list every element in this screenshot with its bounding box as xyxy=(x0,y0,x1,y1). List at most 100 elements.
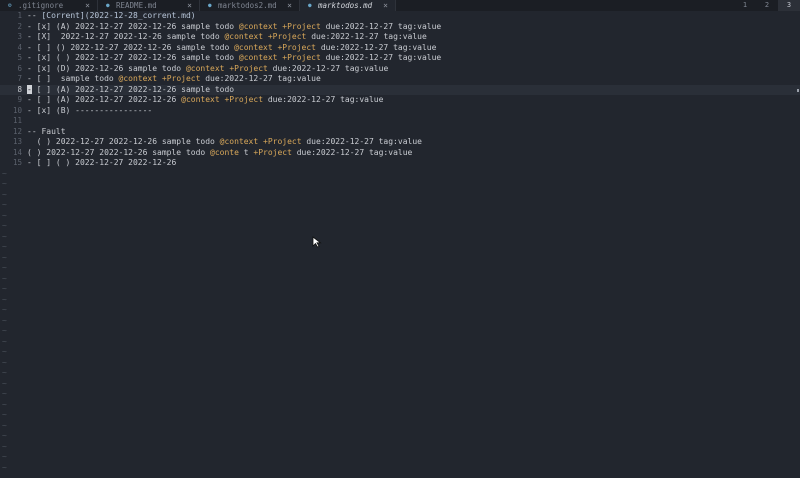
empty-line: ~ xyxy=(0,221,800,232)
editor-line[interactable]: 15 - [ ] ( ) 2022-12-27 2022-12-26 xyxy=(0,158,800,169)
tilde-marker: ~ xyxy=(2,315,7,325)
editor-line[interactable]: 7 - [ ] sample todo @context +Project due… xyxy=(0,74,800,85)
empty-line: ~ xyxy=(0,347,800,358)
tab-2[interactable]: ● marktodos2.md × xyxy=(200,0,300,11)
editor-line[interactable]: 14 ( ) 2022-12-27 2022-12-26 sample todo … xyxy=(0,148,800,159)
empty-line: ~ xyxy=(0,463,800,474)
tilde-marker: ~ xyxy=(2,347,7,356)
close-icon[interactable]: × xyxy=(287,0,292,11)
text-segment: due:2022-12-27 tag:value xyxy=(316,42,437,52)
line-number: 15 xyxy=(12,158,22,167)
empty-line: ~ xyxy=(0,326,800,337)
editor-line[interactable]: 1 -- [Corrent](2022-12-28_corrent.md) xyxy=(0,11,800,22)
editor-line[interactable]: 11 xyxy=(0,116,800,127)
text-segment: due:2022-12-27 tag:value xyxy=(291,147,413,157)
tilde-marker: ~ xyxy=(2,462,7,472)
line-number: 8 xyxy=(17,84,22,94)
editor-line[interactable]: 6 - [x] (D) 2022-12-26 sample todo @conte… xyxy=(0,64,800,75)
empty-line: ~ xyxy=(0,358,800,369)
tab-0[interactable]: ⚙ .gitignore × xyxy=(0,0,98,11)
line-content: ( ) 2022-12-27 2022-12-26 sample todo @c… xyxy=(27,137,422,148)
tilde-marker: ~ xyxy=(2,263,7,272)
tab-1[interactable]: ● README.md × xyxy=(98,0,200,11)
empty-line: ~ xyxy=(0,421,800,432)
empty-line: ~ xyxy=(0,442,800,453)
empty-line: ~ xyxy=(0,368,800,379)
text-segment: ( ) 2022-12-27 2022-12-26 sample todo xyxy=(27,137,220,146)
text-segment: ( ) 2022-12-27 2022-12-26 sample todo xyxy=(27,147,211,157)
text-segment: - [ ] sample todo xyxy=(27,74,119,83)
tab-number-3[interactable]: 3 xyxy=(778,0,800,11)
tilde-marker: ~ xyxy=(2,389,7,398)
tilde-marker: ~ xyxy=(2,431,7,440)
text-segment: - [ ] ( ) 2022-12-27 2022-12-26 xyxy=(27,158,177,167)
line-content: ( ) 2022-12-27 2022-12-26 sample todo @c… xyxy=(27,148,412,159)
tab-number-1[interactable]: 1 xyxy=(734,0,756,11)
tilde-marker: ~ xyxy=(2,399,7,409)
line-number: 13 xyxy=(12,137,22,146)
editor-line[interactable]: 12 -- Fault xyxy=(0,127,800,138)
editor-line[interactable]: 10 - [x] (B) ---------------- xyxy=(0,106,800,117)
editor-pane[interactable]: 1 -- [Corrent](2022-12-28_corrent.md) 2 - [… xyxy=(0,11,800,478)
editor-line[interactable]: 4 - [ ] () 2022-12-27 2022-12-26 sample t… xyxy=(0,43,800,54)
text-segment: -- Fault xyxy=(27,126,66,136)
empty-line: ~ xyxy=(0,190,800,201)
empty-line: ~ xyxy=(0,295,800,306)
text-segment: - [X] 2022-12-27 2022-12-26 sample todo xyxy=(27,32,225,41)
editor-line[interactable]: 13 ( ) 2022-12-27 2022-12-26 sample todo… xyxy=(0,137,800,148)
text-segment: - [x] (D) 2022-12-26 sample todo xyxy=(27,63,186,73)
empty-line: ~ xyxy=(0,232,800,243)
tilde-marker: ~ xyxy=(2,294,7,304)
line-number: 6 xyxy=(17,63,22,73)
tilde-marker: ~ xyxy=(2,242,7,251)
line-content: - [x] (A) 2022-12-27 2022-12-26 sample t… xyxy=(27,22,441,33)
tilde-marker: ~ xyxy=(2,305,7,314)
text-segment: - [x] (A) 2022-12-27 2022-12-26 sample t… xyxy=(27,21,239,31)
project-tag: +Project xyxy=(267,32,307,41)
tilde-marker: ~ xyxy=(2,231,7,241)
line-number: 2 xyxy=(17,21,22,31)
project-tag: +Project xyxy=(161,74,201,83)
tab-label: marktodos.md xyxy=(318,1,373,10)
editor-line[interactable]: 2 - [x] (A) 2022-12-27 2022-12-26 sample … xyxy=(0,22,800,33)
line-content: - [ ] (A) 2022-12-27 2022-12-26 sample t… xyxy=(27,84,234,96)
close-icon[interactable]: × xyxy=(383,0,388,11)
line-content: -- [Corrent](2022-12-28_corrent.md) xyxy=(27,11,196,22)
empty-line: ~ xyxy=(0,379,800,390)
close-icon[interactable]: × xyxy=(85,0,90,11)
editor-line[interactable]: 9 - [ ] (A) 2022-12-27 2022-12-26 @contex… xyxy=(0,95,800,106)
tilde-marker: ~ xyxy=(2,200,7,209)
empty-line: ~ xyxy=(0,179,800,190)
editor-line[interactable]: 8 - [ ] (A) 2022-12-27 2022-12-26 sample … xyxy=(0,84,800,96)
line-number: 11 xyxy=(12,116,22,125)
gear-icon: ⚙ xyxy=(8,2,12,9)
tilde-marker: ~ xyxy=(2,284,7,293)
text-segment: -- xyxy=(27,11,42,20)
project-tag: +Project xyxy=(224,95,264,104)
empty-line: ~ xyxy=(0,400,800,411)
text-segment: due:2022-12-27 tag:value xyxy=(267,63,389,73)
line-number: 4 xyxy=(17,42,22,52)
line-content: - [ ] () 2022-12-27 2022-12-26 sample to… xyxy=(27,43,436,54)
empty-line: ~ xyxy=(0,305,800,316)
tab-list: ⚙ .gitignore × ● README.md × ● marktodos2.md × ● m… xyxy=(0,0,396,11)
tab-bar: ⚙ .gitignore × ● README.md × ● marktodos2.md × ● m… xyxy=(0,0,800,11)
context-tag: @context xyxy=(238,21,278,31)
text-segment: due:2022-12-27 tag:value xyxy=(320,53,442,62)
tab-number-2[interactable]: 2 xyxy=(756,0,778,11)
empty-line: ~ xyxy=(0,431,800,442)
line-number: 9 xyxy=(17,95,22,104)
line-number: 14 xyxy=(12,147,22,157)
empty-line: ~ xyxy=(0,316,800,327)
editor-line[interactable]: 3 - [X] 2022-12-27 2022-12-26 sample todo… xyxy=(0,32,800,43)
tab-3[interactable]: ● marktodos.md × xyxy=(300,0,396,11)
close-icon[interactable]: × xyxy=(187,0,192,11)
text-segment: due:2022-12-27 tag:value xyxy=(301,137,422,146)
empty-line: ~ xyxy=(0,253,800,264)
project-tag: +Project xyxy=(282,21,321,31)
markdown-icon: ● xyxy=(106,2,110,9)
editor-line[interactable]: 5 - [x] ( ) 2022-12-27 2022-12-26 sample … xyxy=(0,53,800,64)
tilde-marker: ~ xyxy=(2,252,7,262)
line-number: 5 xyxy=(17,53,22,62)
context-tag: @context xyxy=(219,137,259,146)
